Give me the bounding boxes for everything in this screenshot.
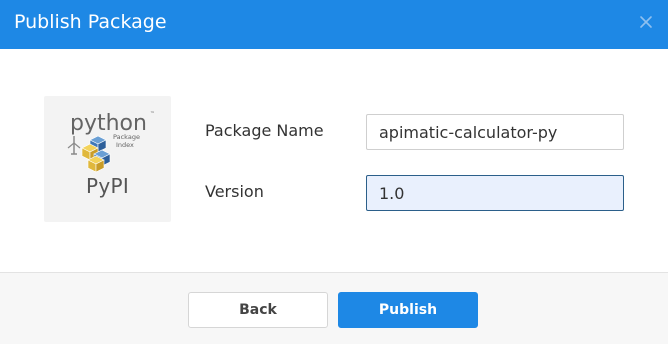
package-name-input[interactable]: [366, 114, 624, 150]
publish-button[interactable]: Publish: [338, 292, 478, 328]
dialog-title: Publish Package: [14, 11, 167, 33]
back-button[interactable]: Back: [188, 292, 328, 328]
close-icon[interactable]: [638, 14, 654, 30]
logo-subtitle-index: Index: [116, 141, 134, 149]
python-logo-icon: python ™ Package Index: [67, 111, 155, 173]
version-label: Version: [205, 182, 264, 201]
logo-subtitle-package: Package: [113, 133, 140, 141]
dialog-footer: Back Publish: [0, 272, 668, 344]
svg-text:™: ™: [150, 111, 155, 117]
pypi-logo-tile: python ™ Package Index PyPI: [44, 96, 171, 222]
version-input[interactable]: [366, 175, 624, 211]
dialog-header: Publish Package: [0, 0, 668, 49]
logo-caption: PyPI: [85, 174, 130, 198]
publish-package-dialog: Publish Package python ™ Package Index P…: [0, 0, 668, 344]
package-name-label: Package Name: [205, 121, 324, 140]
